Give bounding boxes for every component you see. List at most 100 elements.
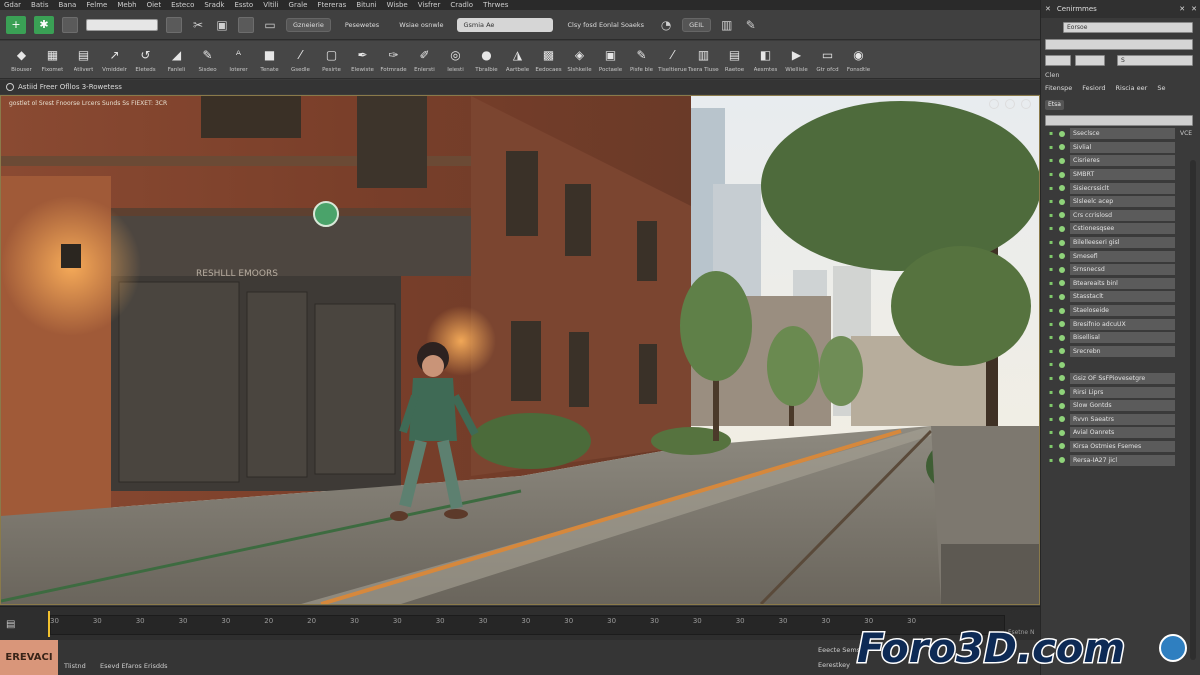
- visibility-toggle-icon[interactable]: ▪: [1049, 240, 1054, 246]
- layout-button[interactable]: [62, 16, 78, 33]
- outliner-row[interactable]: ▪ Bteareaits binl: [1049, 277, 1197, 291]
- menu-item[interactable]: Vltili: [263, 1, 278, 9]
- menu-item[interactable]: Sradk: [204, 1, 224, 9]
- outliner-row[interactable]: ▪ Slsleelc acep: [1049, 195, 1197, 209]
- shelf-tool-target[interactable]: ◎ Ieiesti: [440, 41, 471, 79]
- settings-icon[interactable]: [989, 99, 999, 109]
- visibility-toggle-icon[interactable]: ▪: [1049, 131, 1054, 137]
- outliner-row[interactable]: ▪ SMBRT: [1049, 168, 1197, 182]
- snap-toggle[interactable]: ✱: [34, 15, 54, 34]
- outliner-row[interactable]: ▪ Sseclsce VCE: [1049, 127, 1197, 141]
- panel-field-2[interactable]: [1045, 39, 1193, 50]
- panel-chip[interactable]: Etsa: [1045, 100, 1064, 110]
- outliner-row[interactable]: ▪ Sisiecrssiclt: [1049, 181, 1197, 195]
- shelf-tool-rotate[interactable]: ↺ Eleteds: [130, 41, 161, 79]
- visibility-toggle-icon[interactable]: ▪: [1049, 158, 1054, 164]
- visibility-toggle-icon[interactable]: ▪: [1049, 375, 1054, 381]
- 3d-viewport[interactable]: RESHLLL EMOORS gostlet ol Srest Fnoorse …: [0, 95, 1040, 605]
- outliner-row[interactable]: ▪ Rersa-IA27 jicl: [1049, 453, 1197, 467]
- menu-item[interactable]: Cradlo: [450, 1, 473, 9]
- menu-item[interactable]: Mebh: [117, 1, 136, 9]
- outliner-row[interactable]: ▪ Bresifnio adcuUX: [1049, 317, 1197, 331]
- visibility-toggle-icon[interactable]: ▪: [1049, 226, 1054, 232]
- name-field[interactable]: [86, 18, 158, 31]
- panel-tab[interactable]: Fitenspe: [1045, 84, 1072, 92]
- view-menu[interactable]: Pesewetes: [339, 18, 385, 32]
- shelf-tool-play[interactable]: ▶ Wiellisle: [781, 41, 812, 79]
- shelf-tool-globe[interactable]: ◉ Fonsdtle: [843, 41, 874, 79]
- outliner-row[interactable]: ▪ Rirsi Liprs: [1049, 385, 1197, 399]
- visibility-toggle-icon[interactable]: ▪: [1049, 294, 1054, 300]
- visibility-toggle-icon[interactable]: ▪: [1049, 212, 1054, 218]
- visibility-toggle-icon[interactable]: ▪: [1049, 267, 1054, 273]
- shelf-tool-edit[interactable]: ✎ Sisdeo: [192, 41, 223, 79]
- camera-icon[interactable]: ▭: [262, 17, 278, 33]
- menu-item[interactable]: Oiet: [147, 1, 162, 9]
- menu-item[interactable]: Essto: [234, 1, 253, 9]
- visibility-toggle-icon[interactable]: ▪: [1049, 321, 1054, 327]
- outliner-row[interactable]: ▪: [1049, 358, 1197, 372]
- visibility-toggle-icon[interactable]: ▪: [1049, 430, 1054, 436]
- menu-item[interactable]: Visfrer: [418, 1, 441, 9]
- snap-icon[interactable]: [166, 16, 182, 33]
- panel-field-4[interactable]: S: [1117, 55, 1193, 66]
- outliner-row[interactable]: ▪ Slow Gontds: [1049, 399, 1197, 413]
- shelf-tool-link[interactable]: ✎ Pisfe ble: [626, 41, 657, 79]
- visibility-toggle-icon[interactable]: ▪: [1049, 457, 1054, 463]
- outliner-row[interactable]: ▪ Srnsnecsd: [1049, 263, 1197, 277]
- shelf-tool-scale[interactable]: ◢ Fanleli: [161, 41, 192, 79]
- visibility-toggle-icon[interactable]: ▪: [1049, 362, 1054, 368]
- visibility-toggle-icon[interactable]: ▪: [1049, 308, 1054, 314]
- shelf-tool-node[interactable]: ▣ Poctaele: [595, 41, 626, 79]
- panel-field-1[interactable]: Eorsoe: [1063, 22, 1193, 33]
- visibility-toggle-icon[interactable]: ▪: [1049, 199, 1054, 205]
- panel-tab[interactable]: Riscia eer: [1116, 84, 1148, 92]
- shelf-tool-bake[interactable]: ⁄ Tiseltierue: [657, 41, 688, 79]
- shelf-tool-pen[interactable]: ✒ Elewiste: [347, 41, 378, 79]
- outliner-row[interactable]: ▪ Sivlial: [1049, 141, 1197, 155]
- shelf-tool-cursor[interactable]: ◆ Biouser: [6, 41, 37, 79]
- mode-badge[interactable]: EREVACI: [0, 640, 58, 675]
- shelf-tool-film[interactable]: ▭ Gtr ofcd: [812, 41, 843, 79]
- panel-close-icon[interactable]: ✕: [1045, 5, 1051, 13]
- outliner-row[interactable]: ▪ Stasstaclt: [1049, 290, 1197, 304]
- shelf-tool-brush[interactable]: ⁄ Gsedle: [285, 41, 316, 79]
- shelf-tool-layers[interactable]: ▥ Tsera Tiuseed: [688, 41, 719, 79]
- outliner-row[interactable]: ▪ Staeloseide: [1049, 304, 1197, 318]
- shelf-tool-text[interactable]: ᴬ Ioterer: [223, 41, 254, 79]
- shelf-tool-render[interactable]: ◧ Aesmtes: [750, 41, 781, 79]
- menu-item[interactable]: Bana: [58, 1, 76, 9]
- visibility-toggle-icon[interactable]: ▪: [1049, 144, 1054, 150]
- panel-pin-icon[interactable]: ✕: [1179, 5, 1185, 13]
- shelf-tool-move[interactable]: ↗ Vmiddelr: [99, 41, 130, 79]
- visibility-toggle-icon[interactable]: ▪: [1049, 348, 1054, 354]
- maximize-icon[interactable]: [1021, 99, 1031, 109]
- outliner-row[interactable]: ▪ Cstionesqsee: [1049, 222, 1197, 236]
- visibility-toggle-icon[interactable]: ▪: [1049, 403, 1054, 409]
- outliner-row[interactable]: ▪ Cisrieres: [1049, 154, 1197, 168]
- menu-item[interactable]: Thrwes: [483, 1, 508, 9]
- panel-field-3[interactable]: [1045, 55, 1071, 66]
- menu-item[interactable]: Ftereras: [317, 1, 346, 9]
- visibility-toggle-icon[interactable]: ▪: [1049, 389, 1054, 395]
- panel-menu-icon[interactable]: ✕: [1191, 5, 1197, 13]
- panel-tab[interactable]: Se: [1157, 84, 1165, 92]
- shelf-tool-material[interactable]: ◈ Slshkeile: [564, 41, 595, 79]
- shelf-tool-grid[interactable]: ▤ Atlivert: [68, 41, 99, 79]
- outliner-row[interactable]: ▪ Gsiz OF SsFPiovesetgre: [1049, 372, 1197, 386]
- shelf-tool-sphere[interactable]: ● Tbralbie: [471, 41, 502, 79]
- menu-item[interactable]: Bituni: [356, 1, 376, 9]
- visibility-toggle-icon[interactable]: ▪: [1049, 280, 1054, 286]
- refresh-icon[interactable]: ◔: [658, 17, 674, 33]
- scissors-icon[interactable]: ✂: [190, 17, 206, 33]
- shelf-tool-box[interactable]: ▢ Pesirte: [316, 41, 347, 79]
- shelf-tool-render[interactable]: ▤ Raetoe: [719, 41, 750, 79]
- timeline-icon[interactable]: ▤: [6, 619, 15, 630]
- visibility-toggle-icon[interactable]: ▪: [1049, 335, 1054, 341]
- outliner-row[interactable]: ▪ Rvvn Saeatrs: [1049, 412, 1197, 426]
- status-menu[interactable]: Wsiae osnwle: [393, 18, 449, 32]
- shelf-tool-light[interactable]: ◮ Aartbele: [502, 41, 533, 79]
- visibility-toggle-icon[interactable]: ▪: [1049, 253, 1054, 259]
- shelf-tool-paint[interactable]: ✐ Enlersti: [409, 41, 440, 79]
- outliner-row[interactable]: ▪ Bilelleeseri gisl: [1049, 236, 1197, 250]
